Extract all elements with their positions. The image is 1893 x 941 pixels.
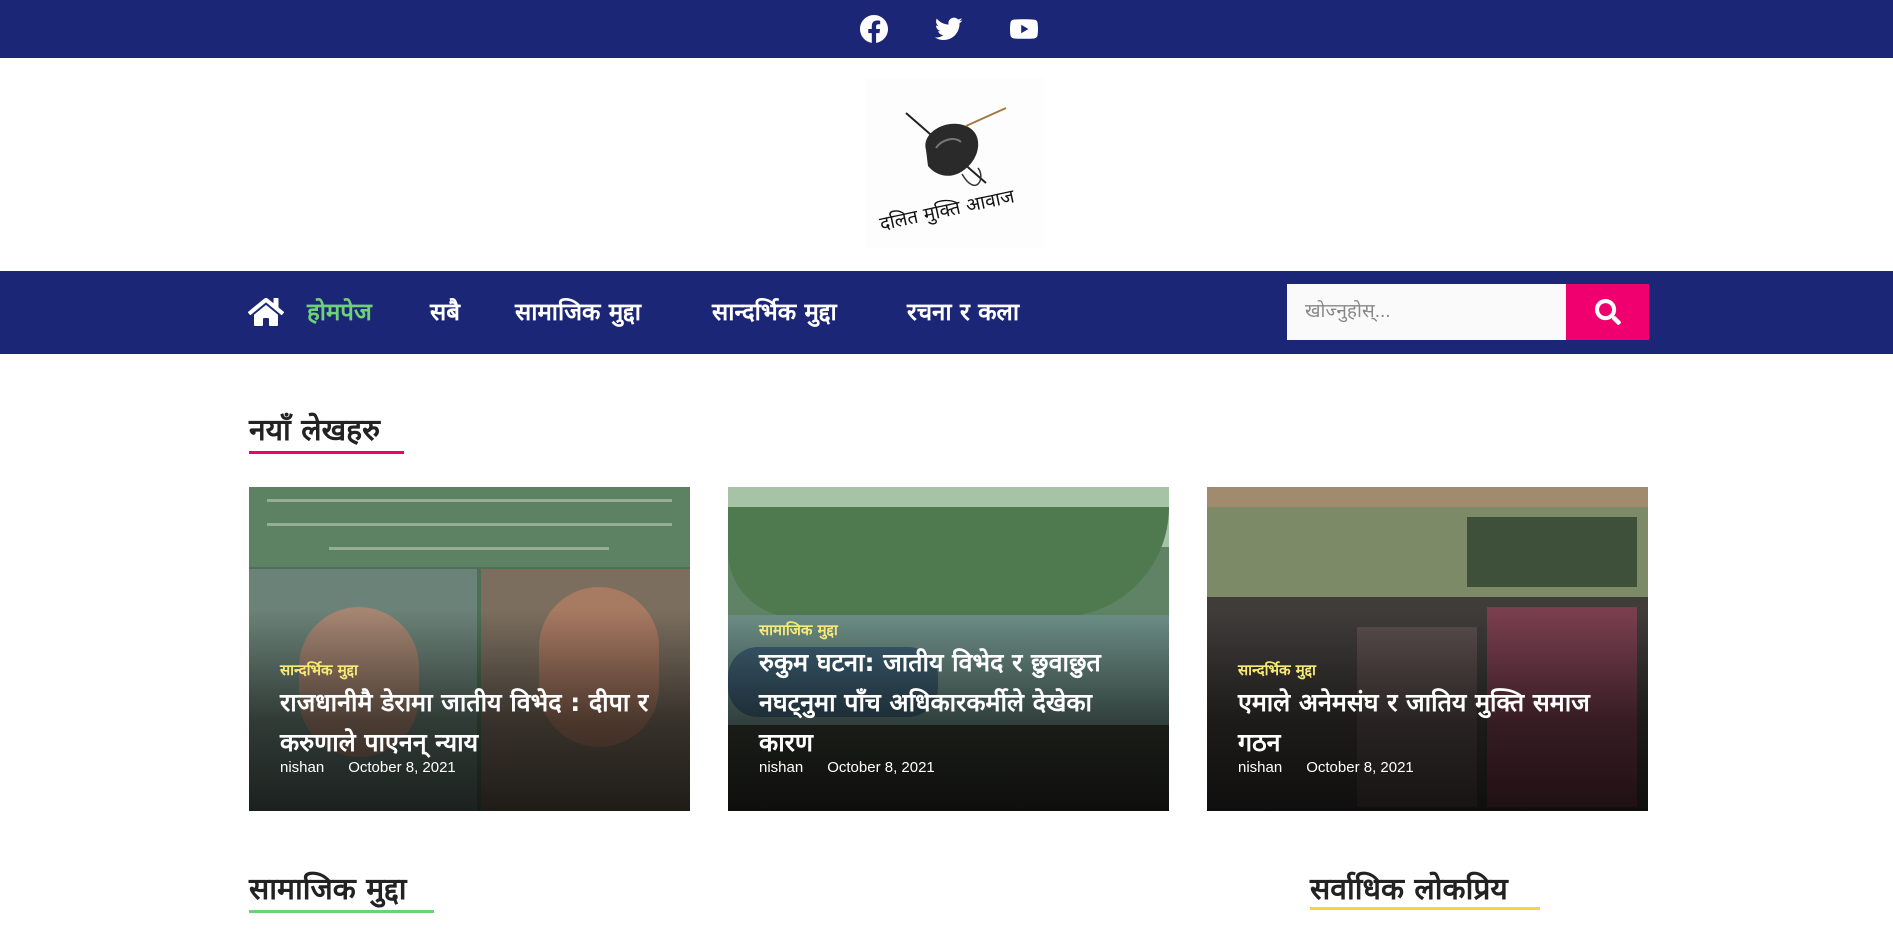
nav-item-social-issues[interactable]: सामाजिक मुद्दा [515, 296, 641, 328]
twitter-icon[interactable] [933, 13, 965, 45]
section-underline-latest [249, 451, 404, 454]
article-card[interactable]: सामाजिक मुद्दा रुकुम घटना: जातीय विभेद र… [728, 487, 1169, 811]
nav-item-all[interactable]: सबै [430, 296, 460, 328]
nav-item-art-literature[interactable]: रचना र कला [907, 296, 1019, 328]
section-underline-most-popular [1310, 907, 1540, 910]
article-card[interactable]: सान्दर्भिक मुद्दा राजधानीमै डेरामा जातीय… [249, 487, 690, 811]
section-title-most-popular: सर्वाधिक लोकप्रिय [1310, 872, 1508, 907]
article-author[interactable]: nishan [1238, 759, 1282, 776]
article-category[interactable]: सामाजिक मुद्दा [759, 620, 838, 640]
article-category[interactable]: सान्दर्भिक मुद्दा [280, 660, 358, 680]
section-title-social-issues: सामाजिक मुद्दा [249, 872, 407, 907]
article-meta: nishan October 8, 2021 [280, 759, 456, 776]
article-card[interactable]: सान्दर्भिक मुद्दा एमाले अनेमसंघ र जातिय … [1207, 487, 1648, 811]
facebook-icon[interactable] [858, 13, 890, 45]
youtube-icon[interactable] [1008, 13, 1040, 45]
search-input[interactable] [1287, 284, 1566, 340]
article-date: October 8, 2021 [827, 759, 935, 776]
section-underline-social-issues [249, 910, 434, 913]
nav-item-contextual-issues[interactable]: सान्दर्भिक मुद्दा [712, 296, 837, 328]
article-date: October 8, 2021 [348, 759, 456, 776]
article-author[interactable]: nishan [759, 759, 803, 776]
site-logo[interactable]: दलित मुक्ति आवाज [866, 78, 1044, 248]
article-meta: nishan October 8, 2021 [1238, 759, 1414, 776]
article-date: October 8, 2021 [1306, 759, 1414, 776]
article-title[interactable]: रुकुम घटना: जातीय विभेद र छुवाछुत नघट्नु… [759, 643, 1149, 763]
article-meta: nishan October 8, 2021 [759, 759, 935, 776]
nav-item-homepage[interactable]: होमपेज [307, 296, 372, 328]
section-title-latest: नयाँ लेखहरु [249, 413, 381, 448]
article-title[interactable]: एमाले अनेमसंघ र जातिय मुक्ति समाज गठन [1238, 683, 1628, 763]
article-category[interactable]: सान्दर्भिक मुद्दा [1238, 660, 1316, 680]
article-author[interactable]: nishan [280, 759, 324, 776]
search-icon [1594, 299, 1621, 325]
article-title[interactable]: राजधानीमै डेरामा जातीय विभेद : दीपा र कर… [280, 683, 670, 763]
home-icon[interactable] [247, 296, 285, 328]
search-button[interactable] [1566, 284, 1649, 340]
